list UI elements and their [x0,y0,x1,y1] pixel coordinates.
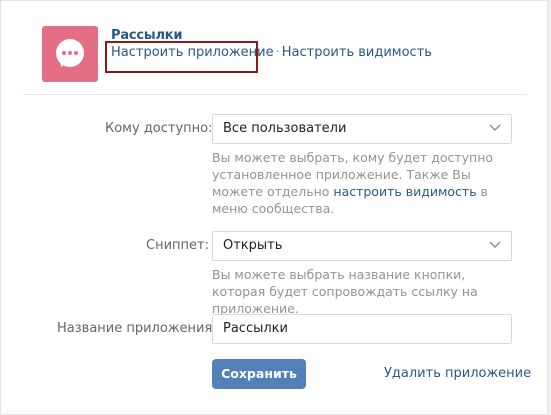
configure-visibility-link[interactable]: Настроить видимость [282,45,432,60]
delete-app-link[interactable]: Удалить приложение [384,366,531,381]
chat-bubble-icon [42,26,98,82]
chevron-down-icon [489,124,501,131]
snippet-selected-value: Открыть [223,238,283,253]
link-separator: · [275,45,280,60]
availability-hint: Вы можете выбрать, кому будет доступно у… [212,150,494,216]
app-title: Рассылки [111,28,183,43]
snippet-label: Сниппет: [146,238,209,253]
availability-selected-value: Все пользователи [223,121,347,136]
availability-select[interactable]: Все пользователи [212,114,512,144]
save-button[interactable]: Сохранить [212,359,306,389]
app-name-input[interactable]: Рассылки [212,314,512,344]
app-name-label: Название приложения: [57,321,217,336]
availability-label: Кому доступно: [105,121,213,136]
configure-app-link[interactable]: Настроить приложение [111,45,274,60]
chevron-down-icon [489,241,501,248]
app-links: Настроить приложение · Настроить видимость [111,45,432,60]
snippet-select[interactable]: Открыть [212,231,512,261]
configure-visibility-hint-link[interactable]: настроить видимость [333,184,476,199]
snippet-hint: Вы можете выбрать название кнопки, котор… [212,267,478,316]
divider [23,94,527,95]
app-settings-card: Рассылки Настроить приложение · Настроить … [0,0,548,415]
app-header: Рассылки Настроить приложение · Настроить … [1,1,549,94]
